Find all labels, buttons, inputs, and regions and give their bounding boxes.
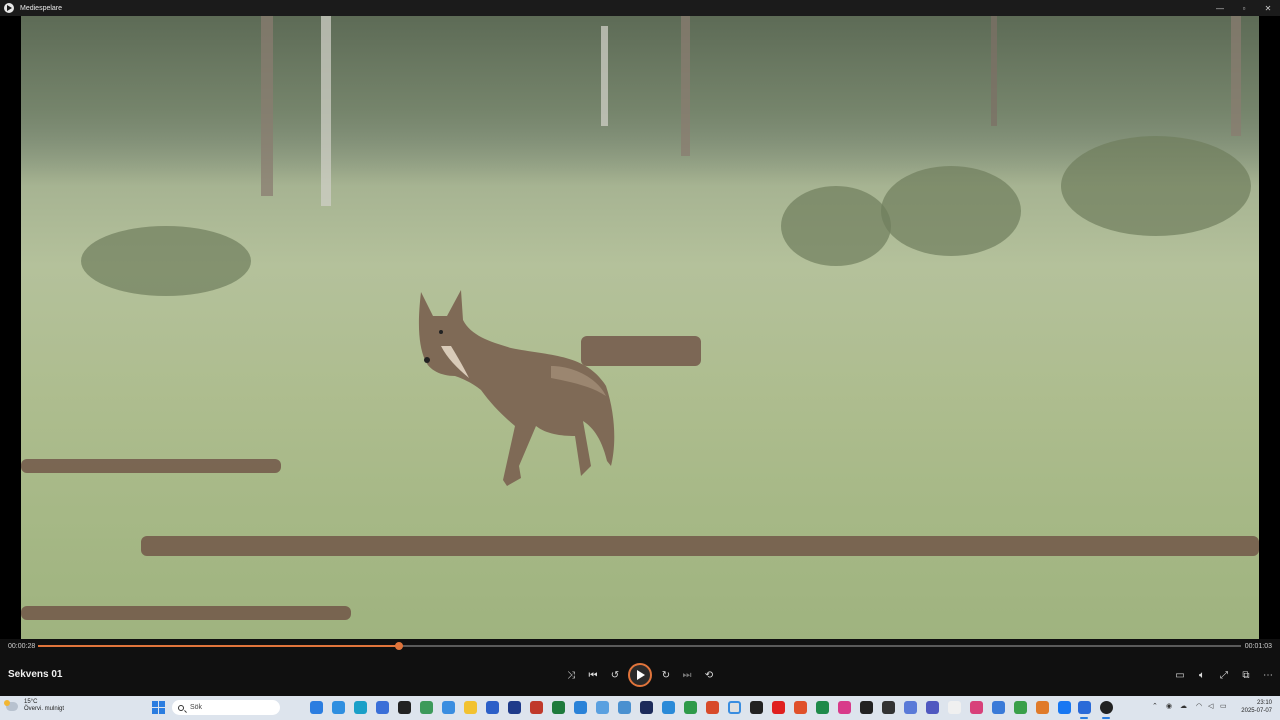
camera-icon[interactable] bbox=[882, 701, 895, 714]
app-icon[interactable] bbox=[816, 701, 829, 714]
tree-trunk bbox=[681, 16, 690, 156]
file-explorer-icon[interactable] bbox=[464, 701, 477, 714]
mail-icon[interactable] bbox=[332, 701, 345, 714]
app-icon[interactable] bbox=[640, 701, 653, 714]
minimize-icon[interactable]: — bbox=[1208, 0, 1232, 16]
seek-bar[interactable] bbox=[38, 642, 1241, 650]
rewind-10-icon[interactable]: ↺ bbox=[605, 666, 625, 684]
tree-trunk bbox=[991, 16, 997, 126]
seek-bar-thumb[interactable] bbox=[394, 642, 403, 650]
mud-patch bbox=[141, 536, 1259, 556]
clock-time: 23:10 bbox=[1256, 700, 1272, 706]
excel-icon[interactable] bbox=[552, 701, 565, 714]
app-icon[interactable] bbox=[618, 701, 631, 714]
todo-icon[interactable] bbox=[662, 701, 675, 714]
repeat-icon[interactable]: ⟲ bbox=[699, 666, 719, 684]
app-icon[interactable] bbox=[904, 701, 917, 714]
acrobat-icon[interactable] bbox=[530, 701, 543, 714]
clock-date: 2025-07-07 bbox=[1241, 708, 1272, 714]
media-title: Sekvens 01 bbox=[8, 669, 63, 680]
app-icon[interactable] bbox=[420, 701, 433, 714]
video-frame[interactable] bbox=[21, 16, 1259, 639]
amazon-icon[interactable] bbox=[948, 701, 961, 714]
media-player-app-icon bbox=[4, 3, 14, 13]
app-icon[interactable] bbox=[1078, 701, 1091, 714]
current-time: 00:00:28 bbox=[8, 643, 36, 650]
shrub bbox=[1061, 136, 1251, 236]
forward-30-icon[interactable]: ↻ bbox=[656, 666, 676, 684]
weather-temperature: 15°C bbox=[24, 699, 38, 705]
next-icon[interactable]: ⏭ bbox=[677, 666, 697, 684]
app-icon[interactable] bbox=[684, 701, 697, 714]
taskbar: 15°C Övervi. mulnigt Sök ⌃ ◉ ☁ ◠ ◁ ▭ 23:… bbox=[0, 696, 1280, 720]
onedrive-icon[interactable]: ☁ bbox=[1180, 702, 1187, 710]
app-icon[interactable] bbox=[860, 701, 873, 714]
wolf bbox=[418, 290, 615, 486]
firefox-icon[interactable] bbox=[1036, 701, 1049, 714]
start-button[interactable] bbox=[152, 701, 165, 714]
mud-patch bbox=[21, 606, 351, 620]
calendar-icon[interactable] bbox=[574, 701, 587, 714]
word-icon[interactable] bbox=[486, 701, 499, 714]
title-bar: Mediespelare — ▫ ✕ bbox=[0, 0, 1280, 16]
close-icon[interactable]: ✕ bbox=[1256, 0, 1280, 16]
window-controls: — ▫ ✕ bbox=[1208, 0, 1280, 16]
tree-trunk bbox=[321, 16, 331, 206]
total-duration: 00:01:03 bbox=[1244, 643, 1272, 650]
instagram-icon[interactable] bbox=[970, 701, 983, 714]
office-icon[interactable] bbox=[706, 701, 719, 714]
app-icon[interactable] bbox=[794, 701, 807, 714]
subtitles-icon[interactable]: ▭ bbox=[1170, 666, 1190, 684]
edge-icon[interactable] bbox=[354, 701, 367, 714]
youtube-icon[interactable] bbox=[772, 701, 785, 714]
media-player-icon[interactable] bbox=[1100, 701, 1113, 714]
shuffle-icon[interactable]: ⤨ bbox=[561, 666, 581, 684]
partly-cloudy-icon bbox=[4, 699, 18, 711]
app-icon[interactable] bbox=[442, 701, 455, 714]
app-icon[interactable] bbox=[508, 701, 521, 714]
teams-icon[interactable] bbox=[926, 701, 939, 714]
search-placeholder: Sök bbox=[190, 704, 203, 711]
battery-icon[interactable]: ▭ bbox=[1220, 702, 1227, 710]
previous-icon[interactable]: ⏮ bbox=[583, 666, 603, 684]
wifi-icon[interactable]: ◠ bbox=[1196, 702, 1202, 710]
taskbar-search[interactable]: Sök bbox=[172, 700, 280, 715]
shrub bbox=[781, 186, 891, 266]
chrome-icon[interactable] bbox=[728, 701, 741, 714]
app-icon[interactable] bbox=[838, 701, 851, 714]
shrub bbox=[81, 226, 251, 296]
fullscreen-icon[interactable]: ⤢ bbox=[1214, 666, 1234, 684]
app-icon[interactable] bbox=[992, 701, 1005, 714]
tray-overflow-icon[interactable]: ⌃ bbox=[1152, 702, 1158, 710]
app-icon[interactable] bbox=[1014, 701, 1027, 714]
active-app-indicator bbox=[1080, 717, 1088, 719]
shrub bbox=[881, 166, 1021, 256]
taskview-icon[interactable] bbox=[310, 701, 323, 714]
maximize-icon[interactable]: ▫ bbox=[1232, 0, 1256, 16]
miniplayer-icon[interactable]: ⧉ bbox=[1236, 666, 1256, 684]
window-title: Mediespelare bbox=[20, 4, 63, 12]
facebook-icon[interactable] bbox=[1058, 701, 1071, 714]
volume-tray-icon[interactable]: ◁ bbox=[1208, 702, 1213, 710]
weather-widget[interactable]: 15°C Övervi. mulnigt bbox=[4, 699, 65, 713]
system-clock[interactable]: 23:10 2025-07-07 bbox=[1241, 699, 1272, 715]
tree-trunk bbox=[601, 26, 608, 126]
mud-patch bbox=[21, 459, 281, 473]
playback-controls: 00:00:28 00:01:03 Sekvens 01 ⤨ ⏮ ↺ ↻ ⏭ ⟲… bbox=[0, 639, 1280, 696]
weather-description: Övervi. mulnigt bbox=[24, 706, 65, 712]
more-icon[interactable]: ⋯ bbox=[1258, 666, 1278, 684]
app-icon[interactable] bbox=[376, 701, 389, 714]
tree-trunk bbox=[261, 16, 273, 196]
active-app-indicator bbox=[1102, 717, 1110, 719]
search-icon bbox=[178, 704, 184, 711]
seek-bar-progress bbox=[38, 645, 399, 647]
app-icon[interactable] bbox=[596, 701, 609, 714]
volume-icon[interactable]: 🔈︎ bbox=[1192, 666, 1212, 684]
app-icon[interactable] bbox=[750, 701, 763, 714]
tray-app-icon[interactable]: ◉ bbox=[1166, 702, 1172, 710]
play-icon[interactable] bbox=[628, 663, 652, 687]
app-icon[interactable] bbox=[398, 701, 411, 714]
tree-trunk bbox=[1231, 16, 1241, 136]
